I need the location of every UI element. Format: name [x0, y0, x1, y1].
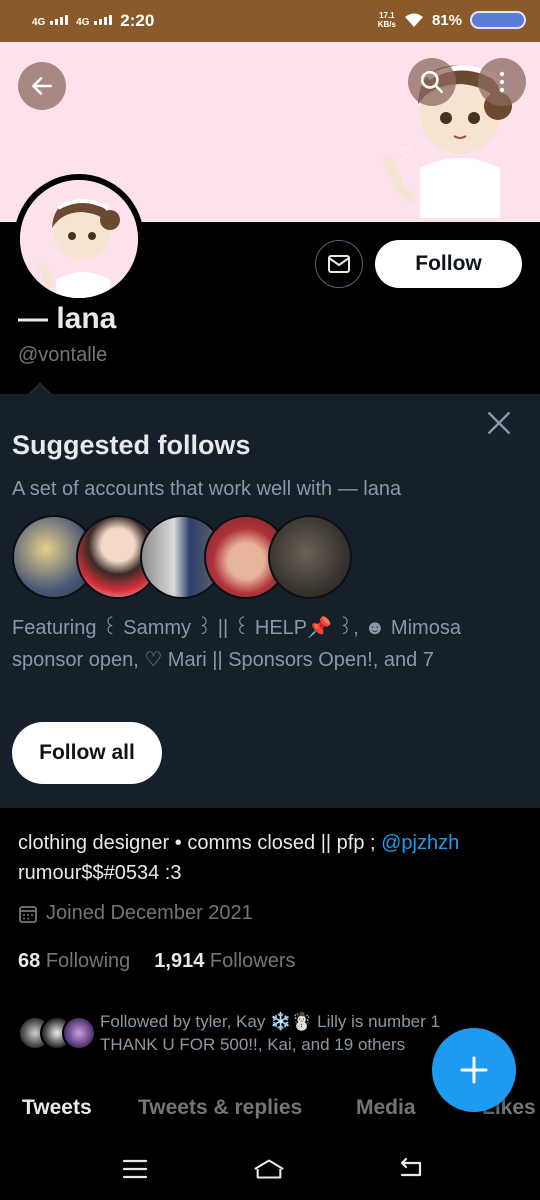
wifi-icon: [404, 13, 423, 27]
more-icon: [499, 71, 505, 93]
back-nav-icon: [400, 1157, 422, 1177]
avatar-illustration: [20, 180, 138, 298]
net-speed-value: 17.1: [379, 11, 395, 20]
following-count: 68: [18, 950, 41, 972]
network-type-2: 4G: [76, 16, 90, 28]
net-speed-unit: KB/s: [377, 20, 396, 29]
followers-label: Followers: [209, 950, 296, 972]
signal-bars-icon: [50, 14, 69, 25]
plus-icon: [460, 1056, 488, 1084]
system-nav-bar: [0, 1140, 540, 1200]
network-type-1: 4G: [32, 16, 46, 28]
signal-1: 4G: [32, 14, 69, 28]
suggested-avatars: [12, 515, 352, 599]
suggested-avatar[interactable]: [268, 515, 352, 599]
home-icon: [254, 1159, 284, 1179]
suggested-follows-subtitle: A set of accounts that work well with — …: [12, 478, 402, 500]
svg-text:♡: ♡: [400, 146, 413, 162]
mail-icon: [328, 255, 350, 273]
compose-tweet-button[interactable]: [432, 1028, 516, 1112]
followers-count: 1,914: [154, 950, 205, 972]
battery-icon: [470, 11, 526, 29]
display-name: — lana: [18, 302, 117, 335]
calendar-icon: [19, 905, 37, 923]
user-handle: @vontalle: [18, 344, 108, 366]
followers-link[interactable]: 1,914 Followers: [154, 950, 295, 973]
follow-stats: 68 Following 1,914 Followers: [18, 950, 296, 973]
close-icon: [488, 412, 510, 434]
message-button[interactable]: [315, 240, 363, 288]
menu-icon: [122, 1159, 148, 1179]
battery-percent: 81%: [431, 11, 462, 29]
followed-by-line-1: Followed by tyler, Kay ❄️☃️ Lilly is num…: [100, 1012, 440, 1031]
suggested-featuring-text: Featuring ꒰ Sammy ꒱ || ꒰ HELP📌 ꒱, ☻ Mimo…: [12, 617, 461, 671]
back-nav-button[interactable]: [394, 1154, 428, 1184]
bio-mention-link[interactable]: @pjzhzh: [381, 832, 459, 854]
arrow-left-icon: [32, 77, 52, 95]
close-suggestions-button[interactable]: [484, 408, 514, 438]
back-button[interactable]: [18, 62, 66, 110]
status-bar: 4G 4G 2:20 17.1 KB/s 81%: [0, 0, 540, 42]
followed-by[interactable]: Followed by tyler, Kay ❄️☃️ Lilly is num…: [18, 1010, 498, 1060]
bio-text-2: rumour$$#0534 :3: [18, 862, 182, 884]
follow-all-button[interactable]: Follow all: [12, 722, 162, 784]
tab-tweets[interactable]: Tweets: [22, 1096, 92, 1120]
joined-date: Joined December 2021: [18, 902, 253, 925]
search-button[interactable]: [408, 58, 456, 106]
recent-apps-button[interactable]: [118, 1154, 152, 1184]
tab-tweets-and-replies[interactable]: Tweets & replies: [138, 1096, 302, 1120]
clock: 2:20: [120, 11, 155, 30]
search-icon: [420, 70, 444, 94]
suggested-follows-title: Suggested follows: [12, 430, 251, 460]
signal-2: 4G: [76, 14, 113, 28]
following-link[interactable]: 68 Following: [18, 950, 130, 973]
signal-bars-icon: [94, 14, 113, 25]
profile-avatar[interactable]: [14, 174, 144, 304]
net-speed: 17.1 KB/s: [378, 11, 396, 29]
following-label: Following: [45, 950, 131, 972]
follower-avatar: [62, 1016, 96, 1050]
more-button[interactable]: [478, 58, 526, 106]
bio-text: clothing designer • comms closed || pfp …: [18, 832, 382, 854]
profile-bio: clothing designer • comms closed || pfp …: [18, 828, 528, 888]
follow-button[interactable]: Follow: [375, 240, 522, 288]
tab-media[interactable]: Media: [356, 1096, 416, 1120]
joined-text: Joined December 2021: [46, 902, 253, 924]
home-button[interactable]: [252, 1154, 286, 1184]
